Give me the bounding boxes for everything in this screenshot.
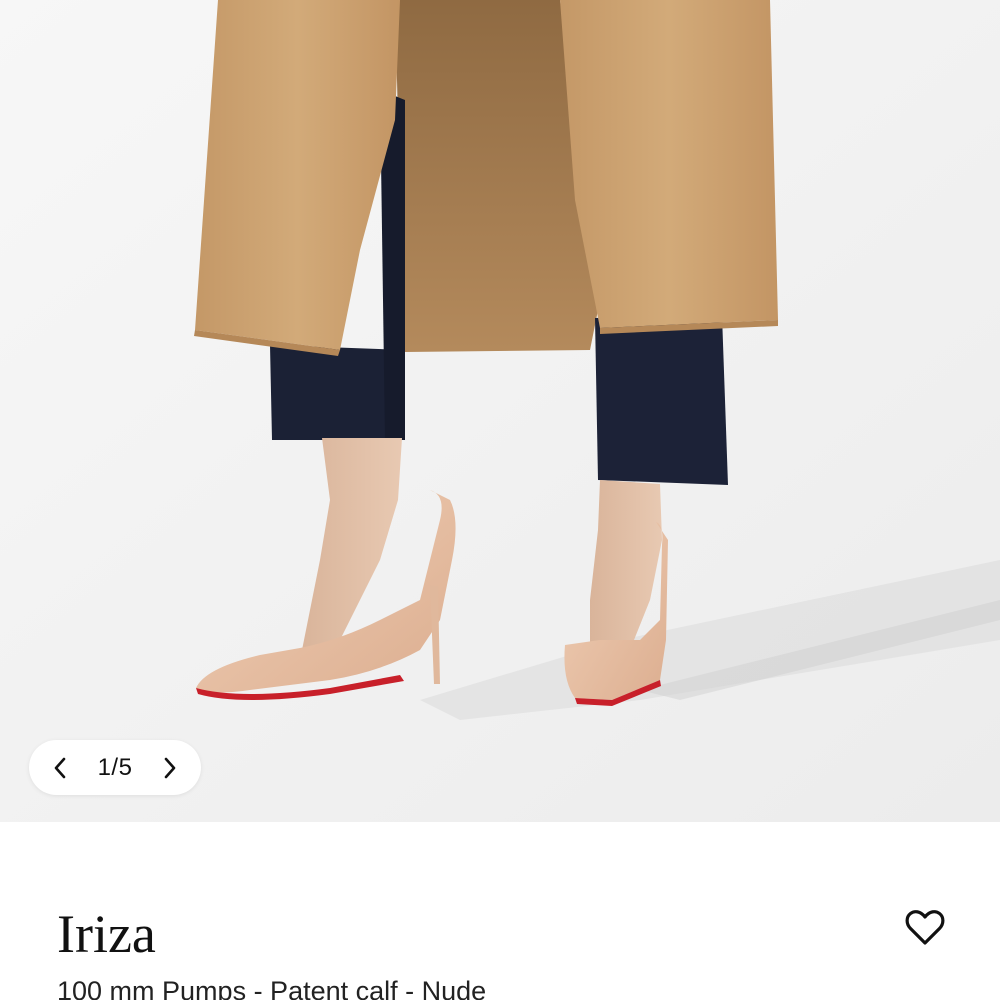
- chevron-right-icon: [164, 757, 176, 778]
- gallery-prev-button[interactable]: [47, 755, 73, 781]
- gallery-counter: 1/5: [97, 753, 133, 781]
- product-info: Iriza 100 mm Pumps - Patent calf - Nude: [0, 822, 1000, 1000]
- wishlist-button[interactable]: [902, 904, 948, 950]
- product-image[interactable]: 1/5: [0, 0, 1000, 822]
- heart-outline-icon: [905, 910, 945, 945]
- gallery-next-button[interactable]: [157, 755, 183, 781]
- product-page: 1/5 Iriza 100 mm Pumps - Patent calf - N…: [0, 0, 1000, 1000]
- product-subtitle: 100 mm Pumps - Patent calf - Nude: [57, 976, 487, 1000]
- product-name: Iriza: [57, 904, 156, 964]
- chevron-left-icon: [54, 757, 66, 778]
- gallery-pager: 1/5: [29, 740, 201, 795]
- product-photo-illustration: [0, 0, 1000, 822]
